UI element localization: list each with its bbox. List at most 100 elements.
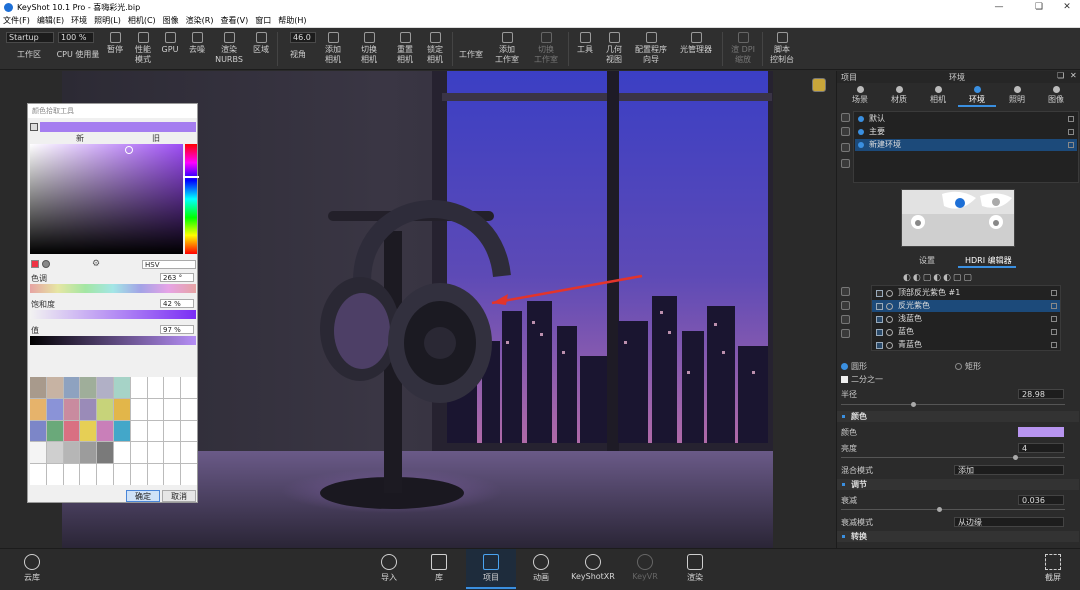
- color-swatch-cell[interactable]: [181, 442, 197, 464]
- render-button[interactable]: 渲染: [678, 549, 712, 590]
- shape-circle-radio[interactable]: [841, 363, 848, 370]
- color-swatch-cell[interactable]: [147, 420, 164, 442]
- menu-image[interactable]: 图像: [163, 15, 179, 26]
- menu-view[interactable]: 查看(V): [220, 15, 248, 26]
- configurator-wizard-button[interactable]: 配置程序 向导: [630, 28, 672, 70]
- menu-file[interactable]: 文件(F): [3, 15, 30, 26]
- eyedropper-icon[interactable]: [30, 123, 38, 131]
- color-swatch-cell[interactable]: [63, 420, 80, 442]
- geometry-view-button[interactable]: 几何 视图: [600, 28, 628, 70]
- cancel-button[interactable]: 取消: [162, 490, 196, 502]
- hue-marker[interactable]: [183, 176, 199, 178]
- color-swatch-cell[interactable]: [46, 377, 63, 398]
- color-swatch-cell[interactable]: [30, 377, 46, 398]
- switch-camera-button[interactable]: 切换 相机: [352, 28, 386, 70]
- color-swatch-cell[interactable]: [97, 377, 113, 398]
- hue-slider[interactable]: [30, 284, 196, 293]
- maximize-icon[interactable]: ❏: [1024, 0, 1054, 14]
- color-swatch-cell[interactable]: [181, 464, 197, 485]
- pause-button[interactable]: 暂停: [102, 28, 128, 70]
- menu-render[interactable]: 渲染(R): [186, 15, 214, 26]
- screenshot-button[interactable]: 截屏: [1036, 549, 1070, 590]
- list-item[interactable]: 青蓝色: [872, 339, 1060, 351]
- radius-input[interactable]: 28.98: [1018, 389, 1064, 399]
- menu-environment[interactable]: 环境: [71, 15, 87, 26]
- edit-environment-icon[interactable]: [841, 143, 850, 152]
- workspace-button[interactable]: 工作区: [8, 42, 50, 70]
- color-swatch[interactable]: [1018, 427, 1064, 437]
- list-item[interactable]: 顶部反光紫色 #1: [872, 287, 1060, 299]
- blend-mode-select[interactable]: 添加: [954, 465, 1064, 475]
- switch-studio-button[interactable]: 切换 工作室: [528, 28, 564, 70]
- lock-camera-button[interactable]: 锁定 相机: [420, 28, 450, 70]
- add-environment-icon[interactable]: [841, 113, 850, 122]
- color-swatch-cell[interactable]: [97, 442, 113, 464]
- menu-window[interactable]: 窗口: [255, 15, 271, 26]
- color-swatch-cell[interactable]: [63, 464, 80, 485]
- color-swatch-cell[interactable]: [30, 442, 46, 464]
- color-swatch-cell[interactable]: [164, 377, 181, 398]
- color-swatch-cell[interactable]: [80, 420, 97, 442]
- tab-camera[interactable]: 相机: [919, 84, 957, 106]
- denoise-button[interactable]: 去噪: [184, 28, 210, 70]
- list-item[interactable]: 蓝色: [872, 326, 1060, 338]
- saturation-value-input[interactable]: 42 %: [160, 299, 194, 308]
- script-console-button[interactable]: 脚本 控制台: [766, 28, 798, 70]
- color-swatch-cell[interactable]: [30, 464, 46, 485]
- color-swatch-cell[interactable]: [46, 464, 63, 485]
- color-swatch-cell[interactable]: [30, 420, 46, 442]
- ok-button[interactable]: 确定: [126, 490, 160, 502]
- color-swatch-cell[interactable]: [164, 464, 181, 485]
- color-swatch-cell[interactable]: [164, 442, 181, 464]
- hdri-tools-row[interactable]: ◐◐▢◐◐▢▢: [903, 273, 1013, 283]
- value-value-input[interactable]: 97 %: [160, 325, 194, 334]
- color-swatch-cell[interactable]: [46, 420, 63, 442]
- color-swatch-cell[interactable]: [114, 377, 130, 398]
- settings-gear-icon[interactable]: ⚙: [92, 259, 100, 269]
- radius-slider[interactable]: [841, 404, 1065, 405]
- light-manager-button[interactable]: 光管理器: [676, 28, 716, 70]
- color-swatch-cell[interactable]: [181, 398, 197, 420]
- animation-button[interactable]: 动画: [524, 549, 558, 590]
- color-swatch-cell[interactable]: [63, 377, 80, 398]
- cpu-usage-button[interactable]: CPU 使用量: [54, 42, 102, 70]
- value-slider[interactable]: [30, 336, 196, 345]
- falloff-input[interactable]: 0.036: [1018, 495, 1064, 505]
- swatch-grid[interactable]: [30, 377, 197, 485]
- color-swatch-cell[interactable]: [181, 420, 197, 442]
- keyshotxr-button[interactable]: KeyShotXR: [568, 549, 618, 590]
- performance-mode-button[interactable]: 性能 模式: [128, 28, 158, 70]
- dpi-scale-button[interactable]: 渲 DPI 缩放: [726, 28, 760, 70]
- region-button[interactable]: 区域: [248, 28, 274, 70]
- library-button[interactable]: 库: [422, 549, 456, 590]
- saturation-value-field[interactable]: [30, 144, 183, 254]
- reset-camera-button[interactable]: 重置 相机: [390, 28, 420, 70]
- hdri-preview[interactable]: [901, 189, 1015, 247]
- tab-image[interactable]: 图像: [1037, 84, 1075, 106]
- hue-strip[interactable]: [185, 144, 197, 254]
- studio-button[interactable]: 工作室: [456, 42, 486, 70]
- list-item[interactable]: 反光紫色: [872, 300, 1060, 312]
- color-swatch-cell[interactable]: [164, 398, 181, 420]
- color-wheel-icon[interactable]: [42, 260, 50, 268]
- transform-section[interactable]: 转换: [837, 531, 1079, 542]
- palette-icon[interactable]: [31, 260, 39, 268]
- menu-edit[interactable]: 编辑(E): [37, 15, 64, 26]
- project-button[interactable]: 项目: [466, 549, 516, 590]
- color-swatch-cell[interactable]: [63, 398, 80, 420]
- color-swatch-cell[interactable]: [80, 398, 97, 420]
- menu-camera[interactable]: 相机(C): [128, 15, 156, 26]
- color-swatch-cell[interactable]: [46, 442, 63, 464]
- adjust-section[interactable]: 调节: [837, 479, 1079, 490]
- saturation-slider[interactable]: [30, 310, 196, 319]
- color-section[interactable]: 颜色: [837, 411, 1079, 422]
- color-swatch-cell[interactable]: [63, 442, 80, 464]
- layer-up-icon[interactable]: [841, 301, 850, 310]
- color-swatch-cell[interactable]: [97, 420, 113, 442]
- list-item[interactable]: 浅蓝色: [872, 313, 1060, 325]
- color-swatch-cell[interactable]: [147, 464, 164, 485]
- color-swatch-cell[interactable]: [130, 377, 147, 398]
- color-swatch-cell[interactable]: [114, 420, 130, 442]
- color-mode-select[interactable]: HSV: [142, 260, 196, 269]
- tab-environment[interactable]: 环境: [958, 84, 996, 106]
